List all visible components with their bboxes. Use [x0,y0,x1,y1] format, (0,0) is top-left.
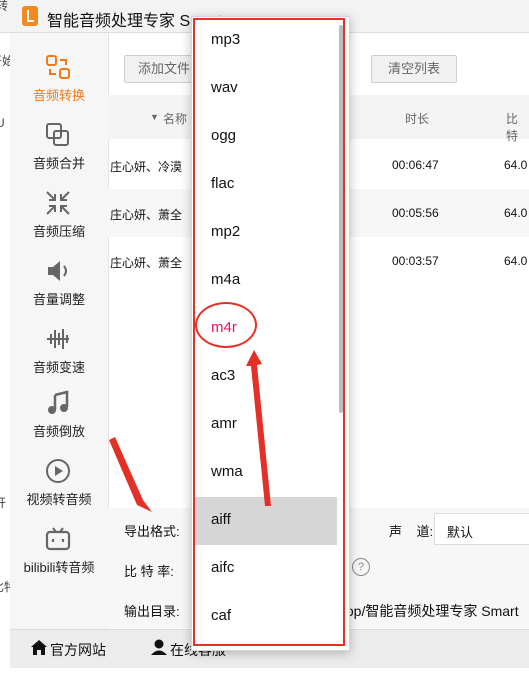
annotation-arrow-up [246,350,271,506]
annotation-arrows [109,350,271,512]
annotation-arrow-left [109,437,152,512]
